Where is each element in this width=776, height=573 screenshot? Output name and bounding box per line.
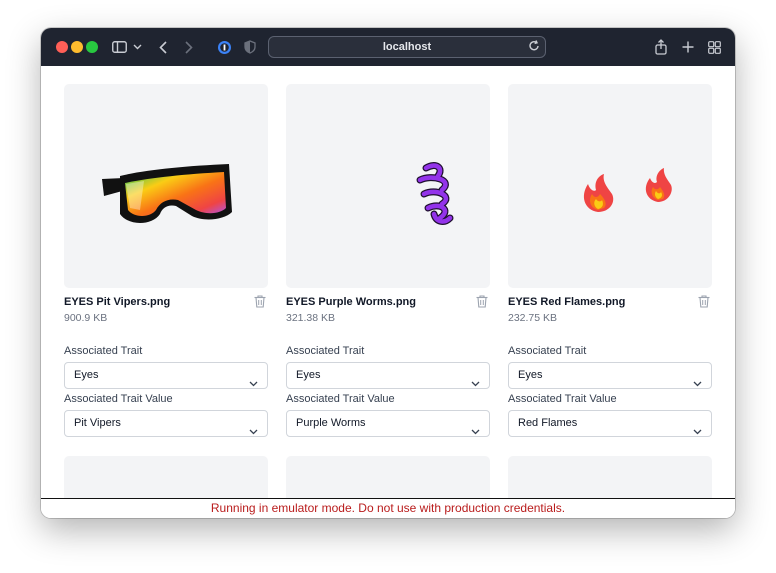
associated-trait-value-label: Associated Trait Value [508, 393, 617, 405]
page-content: EYES Pit Vipers.png 900.9 KB Associated … [41, 66, 735, 518]
associated-trait-select[interactable]: Eyes [508, 362, 712, 389]
associated-trait-value-select[interactable]: Red Flames [508, 410, 712, 437]
address-bar[interactable]: localhost [268, 36, 546, 58]
url-text: localhost [382, 41, 432, 53]
rainbow-sunglasses-image [102, 164, 232, 223]
reload-icon[interactable] [527, 39, 541, 58]
forward-arrow-icon[interactable] [183, 37, 195, 57]
chevron-down-icon [249, 372, 258, 397]
chevron-down-icon [693, 372, 702, 397]
select-value: Purple Worms [296, 417, 366, 429]
file-name: EYES Purple Worms.png [286, 296, 416, 308]
asset-image [64, 84, 268, 288]
chevron-down-icon [249, 420, 258, 445]
new-tab-icon[interactable] [681, 37, 695, 57]
associated-trait-select[interactable]: Eyes [286, 362, 490, 389]
asset-card: EYES Red Flames.png 232.75 KB Associated… [508, 84, 712, 437]
asset-card: EYES Pit Vipers.png 900.9 KB Associated … [64, 84, 268, 437]
trash-icon[interactable] [698, 295, 710, 313]
sidebar-toggle-icon[interactable] [111, 37, 127, 57]
file-size: 232.75 KB [508, 312, 558, 324]
emulator-warning-banner: Running in emulator mode. Do not use wit… [41, 498, 735, 518]
browser-toolbar: localhost [41, 28, 735, 66]
select-value: Pit Vipers [74, 417, 121, 429]
share-icon[interactable] [654, 37, 668, 57]
close-window-button[interactable] [56, 41, 68, 53]
asset-image [286, 84, 490, 288]
associated-trait-value-select[interactable]: Purple Worms [286, 410, 490, 437]
password-manager-icon[interactable] [216, 37, 232, 57]
purple-worms-image [416, 162, 454, 225]
select-value: Eyes [74, 369, 99, 381]
asset-card: EYES Purple Worms.png 321.38 KB Associat… [286, 84, 490, 437]
chevron-down-icon [693, 420, 702, 445]
privacy-shield-icon[interactable] [243, 37, 257, 57]
file-size: 900.9 KB [64, 312, 108, 324]
asset-image [508, 84, 712, 288]
file-name: EYES Pit Vipers.png [64, 296, 171, 308]
trash-icon[interactable] [254, 295, 266, 313]
file-name: EYES Red Flames.png [508, 296, 626, 308]
associated-trait-select[interactable]: Eyes [64, 362, 268, 389]
minimize-window-button[interactable] [71, 41, 83, 53]
associated-trait-value-select[interactable]: Pit Vipers [64, 410, 268, 437]
select-value: Eyes [518, 369, 543, 381]
zoom-window-button[interactable] [86, 41, 98, 53]
associated-trait-label: Associated Trait [286, 345, 365, 357]
select-value: Eyes [296, 369, 321, 381]
select-value: Red Flames [518, 417, 578, 429]
associated-trait-value-label: Associated Trait Value [286, 393, 395, 405]
associated-trait-value-label: Associated Trait Value [64, 393, 173, 405]
associated-trait-label: Associated Trait [508, 345, 587, 357]
browser-window: localhost EYES Pit Vipers.png 900.9 KB A… [41, 28, 735, 518]
trash-icon[interactable] [476, 295, 488, 313]
tab-overview-icon[interactable] [707, 37, 721, 57]
chevron-down-icon [471, 372, 480, 397]
back-arrow-icon[interactable] [157, 37, 169, 57]
associated-trait-label: Associated Trait [64, 345, 143, 357]
chevron-down-icon[interactable] [132, 37, 142, 57]
chevron-down-icon [471, 420, 480, 445]
red-flames-image [583, 168, 672, 212]
file-size: 321.38 KB [286, 312, 336, 324]
